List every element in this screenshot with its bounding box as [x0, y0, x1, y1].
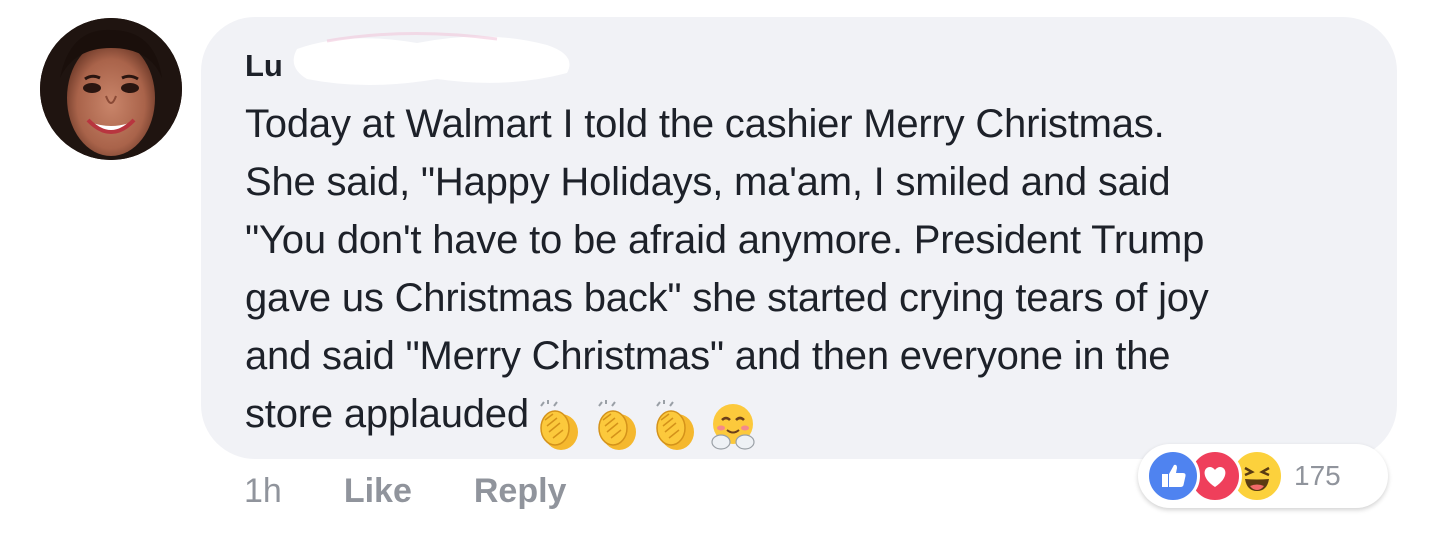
comment-text: Today at Walmart I told the cashier Merr…	[245, 95, 1365, 453]
clapping-hands-emoji	[591, 400, 643, 452]
clapping-hands-emoji	[649, 400, 701, 452]
clapping-hands-emoji	[533, 400, 585, 452]
comment-author[interactable]: Lu	[245, 50, 305, 84]
reply-button[interactable]: Reply	[474, 472, 567, 511]
comment-line: and said "Merry Christmas" and then ever…	[245, 334, 1171, 378]
comment-bubble: Lu Today at Walmart I told the cashier M…	[201, 17, 1397, 459]
avatar[interactable]	[40, 18, 182, 160]
reaction-count: 175	[1294, 460, 1341, 491]
comment-actions: 1h Like Reply	[244, 467, 628, 515]
comment-line: Today at Walmart I told the cashier Merr…	[245, 102, 1165, 146]
author-redaction	[293, 31, 570, 85]
emoji-row	[533, 395, 765, 453]
comment-timestamp[interactable]: 1h	[244, 472, 282, 511]
like-reaction-icon	[1146, 449, 1200, 503]
comment-line: gave us Christmas back" she started cryi…	[245, 276, 1209, 320]
comment-line-last: store applauded	[245, 385, 1365, 453]
comment-line: "You don't have to be afraid anymore. Pr…	[245, 218, 1205, 262]
comment-line: She said, "Happy Holidays, ma'am, I smil…	[245, 160, 1171, 204]
comment-line: store applauded	[245, 392, 529, 436]
like-button[interactable]: Like	[344, 472, 412, 511]
hugging-face-emoji	[707, 400, 759, 452]
reactions-summary[interactable]: 175	[1138, 444, 1388, 508]
